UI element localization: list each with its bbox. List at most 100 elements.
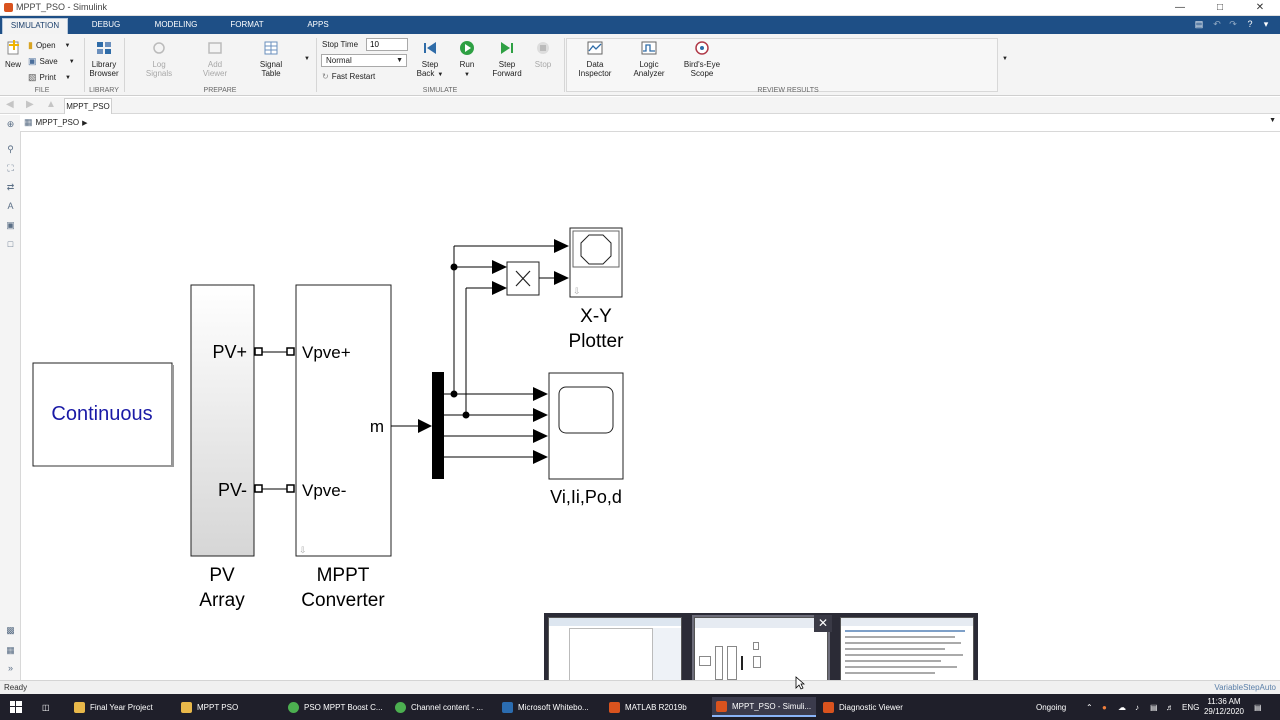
product-block[interactable] — [506, 261, 540, 296]
scope-block[interactable] — [548, 372, 624, 480]
taskbar-item-chrome-channel[interactable]: Channel content - ... — [391, 697, 495, 717]
clock[interactable]: 11:36 AM 29/12/2020 — [1204, 697, 1244, 717]
annotation-icon[interactable]: A — [5, 201, 16, 212]
library-section-label: LIBRARY — [89, 87, 119, 94]
window-title: MPPT_PSO - Simulink — [16, 2, 108, 12]
mppt-converter-block[interactable]: Vpve+ Vpve- m ⇩ — [295, 284, 392, 557]
hide-browser-icon[interactable]: ⊕ — [5, 119, 16, 130]
birds-eye-scope-button[interactable]: Bird's-Eye Scope — [683, 40, 721, 78]
taskbar-item-simulink[interactable]: MPPT_PSO - Simuli... — [712, 697, 816, 717]
tab-debug[interactable]: DEBUG — [84, 18, 128, 34]
add-viewer-button[interactable]: Add Viewer — [199, 40, 231, 78]
add-viewer-icon — [208, 42, 222, 54]
pv-array-block[interactable]: PV+ PV- — [190, 284, 255, 557]
taskbar-item-mppt-pso-folder[interactable]: MPPT PSO — [177, 697, 281, 717]
chevron-up-icon[interactable]: ⌃ — [1086, 697, 1093, 717]
step-back-button[interactable]: Step Back ▼ — [416, 40, 444, 80]
save-quick-icon[interactable]: ▤ — [1192, 18, 1206, 31]
save-icon: ▣ — [28, 56, 37, 66]
prepare-expand-icon[interactable]: ▼ — [304, 56, 310, 62]
tab-modeling[interactable]: MODELING — [150, 18, 202, 34]
matlab-icon — [609, 701, 620, 713]
canvas-left-toolbar: ⊕ ⚲ ⛶ ⇄ A ▣ □ ▩ ▦ » — [0, 115, 21, 680]
doc-tab-mppt-pso[interactable]: MPPT_PSO — [64, 98, 112, 114]
logic-analyzer-button[interactable]: Logic Analyzer — [631, 40, 667, 78]
collapse-icon[interactable]: » — [5, 663, 16, 674]
stop-time-input[interactable] — [366, 38, 408, 51]
prepare-section-label: PREPARE — [203, 87, 237, 94]
cloud-icon[interactable]: ☁ — [1118, 697, 1126, 717]
maximize-button[interactable]: □ — [1200, 0, 1240, 16]
fit-view-icon[interactable]: ⛶ — [5, 163, 16, 174]
model-canvas[interactable]: Continuous PV+ PV- PV Array Vpve+ Vpve- … — [22, 133, 1280, 680]
record-icon[interactable]: ● — [1102, 697, 1107, 717]
simulation-mode-select[interactable]: Normal ▼ — [321, 54, 407, 67]
expand-icon[interactable]: ▾ — [1259, 18, 1273, 31]
mic-icon[interactable]: ♪ — [1135, 697, 1139, 717]
clock-time: 11:36 AM — [1207, 697, 1241, 706]
network-icon[interactable]: ▤ — [1150, 697, 1158, 717]
redo-icon[interactable]: ↷ — [1226, 18, 1240, 31]
fast-restart-icon: ↻ — [322, 72, 329, 81]
help-icon[interactable]: ? — [1243, 18, 1257, 31]
minimize-button[interactable]: — — [1160, 0, 1200, 16]
palette-icon[interactable]: ▦ — [5, 645, 16, 656]
pv-plus-port-label: PV+ — [212, 342, 247, 362]
taskbar-item-whiteboard[interactable]: Microsoft Whitebo... — [498, 697, 602, 717]
back-arrow-icon[interactable]: ◀ — [6, 99, 14, 110]
task-view-icon[interactable]: ◫ — [42, 697, 50, 717]
taskbar-item-chrome-pso[interactable]: PSO MPPT Boost C... — [284, 697, 388, 717]
demux-block[interactable] — [432, 372, 444, 479]
close-window-button[interactable]: ✕ — [1240, 0, 1280, 16]
forward-arrow-icon[interactable]: ▶ — [26, 99, 34, 110]
ongoing-status[interactable]: Ongoing — [1036, 697, 1066, 717]
step-forward-button[interactable]: Step Forward — [492, 40, 522, 78]
save-button[interactable]: ▣ Save ▼ — [28, 56, 75, 67]
simulink-app-icon — [4, 3, 13, 12]
undo-icon[interactable]: ↶ — [1210, 18, 1224, 31]
pv-converter-connections[interactable] — [254, 347, 295, 493]
run-button[interactable]: Run ▼ — [455, 40, 479, 80]
continuous-powergui-block[interactable]: Continuous — [32, 362, 174, 467]
arrow-icon[interactable]: ⇄ — [5, 182, 16, 193]
area-icon[interactable]: □ — [5, 239, 16, 250]
m-to-demux-signal[interactable] — [391, 419, 432, 433]
thumbnail-matlab[interactable] — [548, 617, 682, 689]
new-button[interactable]: New — [3, 40, 23, 69]
volume-icon[interactable]: ♬ — [1166, 697, 1174, 717]
tab-format[interactable]: FORMAT — [224, 18, 270, 34]
library-browser-icon — [97, 42, 111, 54]
stop-time-label: Stop Time — [322, 40, 359, 49]
vpve-plus-port-label: Vpve+ — [302, 343, 351, 362]
breadcrumb-dropdown-icon[interactable]: ▼ — [1269, 117, 1276, 124]
image-icon[interactable]: ▣ — [5, 220, 16, 231]
xy-plotter-block[interactable]: ⇩ — [569, 227, 623, 298]
language-indicator[interactable]: ENG — [1182, 697, 1199, 717]
print-button[interactable]: ▧ Print ▼ — [28, 72, 71, 83]
taskbar-item-matlab[interactable]: MATLAB R2019b — [605, 697, 709, 717]
tab-simulation[interactable]: SIMULATION — [2, 18, 68, 34]
stop-icon — [537, 42, 549, 54]
stop-button[interactable]: Stop — [532, 40, 554, 69]
thumbnail-close-button[interactable]: ✕ — [814, 615, 832, 632]
fast-restart-button[interactable]: ↻ Fast Restart — [322, 72, 375, 81]
demux-to-scope-signals[interactable] — [444, 387, 548, 464]
zoom-icon[interactable]: ⚲ — [5, 144, 16, 155]
ribbon-expand-icon[interactable]: ▼ — [1002, 56, 1008, 62]
screenshot-icon[interactable]: ▩ — [5, 625, 16, 636]
windows-start-icon[interactable] — [10, 697, 22, 717]
library-browser-button[interactable]: Library Browser — [88, 40, 120, 78]
taskbar-item-final-year-project[interactable]: Final Year Project — [70, 697, 174, 717]
tab-apps[interactable]: APPS — [298, 18, 338, 34]
notifications-icon[interactable]: ▤ — [1254, 697, 1262, 717]
log-signals-button[interactable]: Log Signals — [143, 40, 175, 78]
thumbnail-simulink[interactable] — [692, 615, 830, 691]
signal-table-button[interactable]: Signal Table — [255, 40, 287, 78]
data-inspector-button[interactable]: Data Inspector — [578, 40, 612, 78]
breadcrumb-model[interactable]: MPPT_PSO — [36, 118, 80, 127]
up-arrow-icon[interactable]: ▲ — [46, 99, 56, 110]
thumbnail-diagnostic-viewer[interactable] — [840, 617, 974, 689]
taskbar-item-diagnostic-viewer[interactable]: Diagnostic Viewer — [819, 697, 923, 717]
solver-status[interactable]: VariableStepAuto — [1214, 683, 1276, 692]
open-button[interactable]: ▮ Open ▼ — [28, 40, 70, 51]
